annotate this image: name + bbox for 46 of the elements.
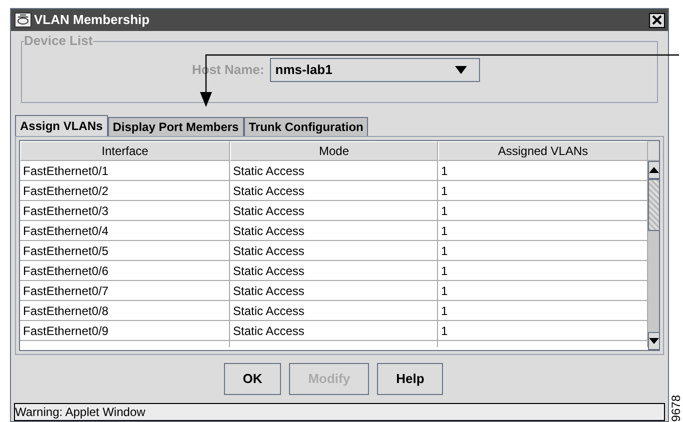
table-cell: FastEthernet0/9 bbox=[20, 321, 230, 341]
app-icon bbox=[14, 12, 32, 28]
scroll-up-icon[interactable] bbox=[649, 167, 659, 173]
column-header[interactable]: Interface bbox=[20, 141, 230, 161]
status-bar-text: Warning: Applet Window bbox=[15, 404, 146, 420]
table-cell: Static Access bbox=[230, 221, 438, 241]
table-cell: 1 bbox=[438, 261, 648, 281]
dropdown-caret-icon bbox=[455, 66, 468, 74]
figure-number: 9678 bbox=[669, 395, 683, 422]
dialog-button[interactable]: OK bbox=[224, 363, 282, 395]
table-cell: Static Access bbox=[230, 261, 438, 281]
tab[interactable]: Display Port Members bbox=[108, 117, 244, 136]
table-cell: 1 bbox=[438, 241, 648, 261]
scroll-down-icon[interactable] bbox=[649, 338, 659, 344]
table-cell: Static Access bbox=[230, 181, 438, 201]
table-cell: 1 bbox=[438, 161, 648, 181]
tab[interactable]: Trunk Configuration bbox=[244, 117, 368, 136]
close-icon bbox=[652, 15, 662, 25]
close-button[interactable] bbox=[649, 12, 665, 28]
table-cell: FastEthernet0/2 bbox=[20, 181, 230, 201]
table-cell: FastEthernet0/8 bbox=[20, 301, 230, 321]
table-cell: 1 bbox=[438, 301, 648, 321]
window-title: VLAN Membership bbox=[34, 11, 150, 30]
table-cell: Static Access bbox=[230, 321, 438, 341]
table-cell: 1 bbox=[438, 181, 648, 201]
table-cell: FastEthernet0/4 bbox=[20, 221, 230, 241]
column-header[interactable]: Assigned VLANs bbox=[438, 141, 648, 161]
table-cell: Static Access bbox=[230, 281, 438, 301]
table-cell: Static Access bbox=[230, 161, 438, 181]
table-cell: FastEthernet0/6 bbox=[20, 261, 230, 281]
table-cell: FastEthernet0/5 bbox=[20, 241, 230, 261]
table-cell: Static Access bbox=[230, 301, 438, 321]
table-cell: FastEthernet0/1 bbox=[20, 161, 230, 181]
table-cell: FastEthernet0/3 bbox=[20, 201, 230, 221]
table-cell: Static Access bbox=[230, 241, 438, 261]
tab[interactable]: Assign VLANs bbox=[15, 115, 108, 136]
scrollbar[interactable] bbox=[648, 161, 659, 350]
host-name-dropdown[interactable]: nms-lab1 bbox=[270, 58, 480, 82]
table-cell: 1 bbox=[438, 321, 648, 341]
column-header[interactable]: Mode bbox=[230, 141, 438, 161]
table-cell: FastEthernet0/7 bbox=[20, 281, 230, 301]
table-cell: 1 bbox=[438, 221, 648, 241]
table-cell: Static Access bbox=[230, 201, 438, 221]
dialog-button[interactable]: Help bbox=[377, 363, 444, 395]
table-cell: 1 bbox=[438, 201, 648, 221]
table-cell: 1 bbox=[438, 281, 648, 301]
